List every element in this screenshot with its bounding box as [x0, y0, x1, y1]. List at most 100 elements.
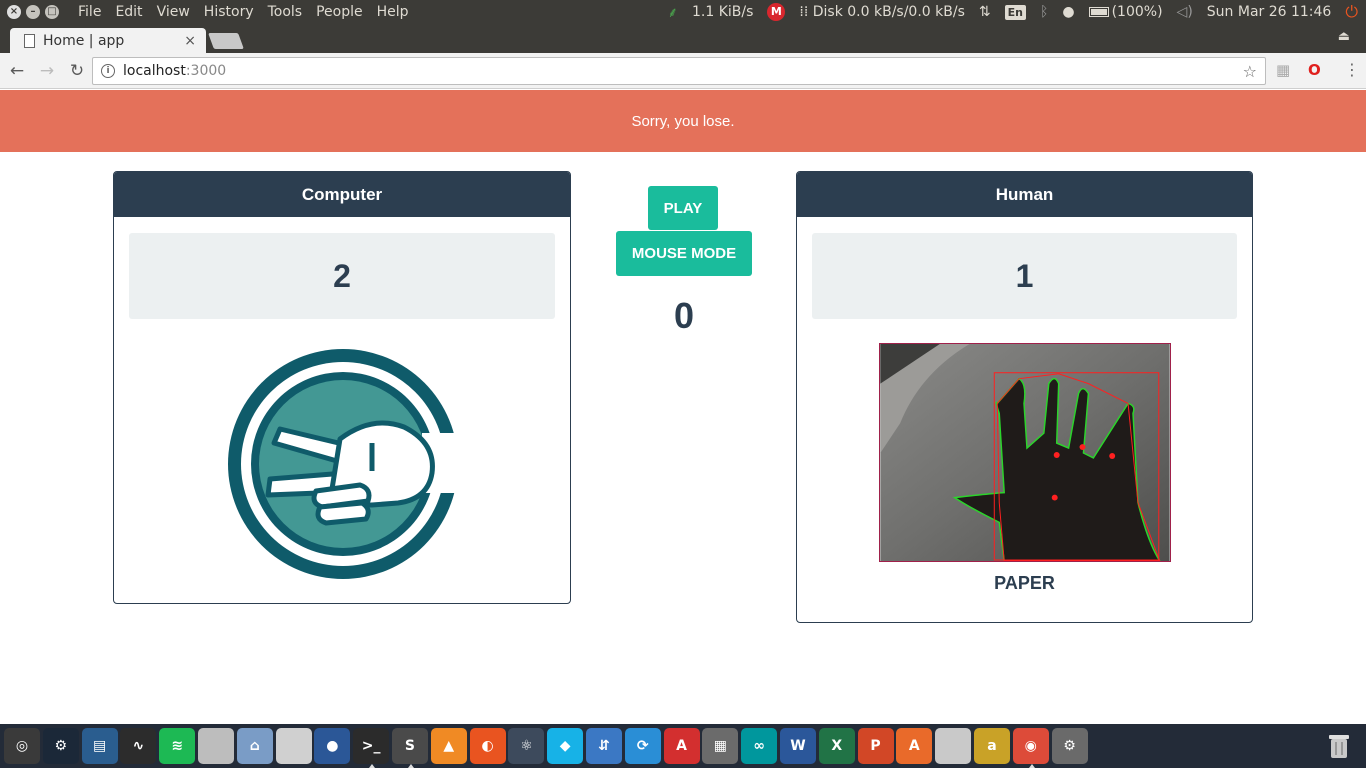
menu-view[interactable]: View — [150, 4, 197, 20]
address-bar[interactable]: i localhost :3000 ☆ — [92, 57, 1266, 85]
computer-score: 2 — [333, 257, 351, 294]
keyboard-layout-indicator[interactable]: En — [1004, 4, 1026, 20]
battery-percent: (100%) — [1111, 4, 1163, 20]
profile-icon[interactable]: ⏏ — [1338, 29, 1350, 44]
amazon-icon[interactable]: a — [973, 728, 1010, 764]
minimize-window-button[interactable]: – — [26, 5, 40, 19]
chat-bubble-icon[interactable]: ● — [1062, 4, 1074, 20]
url-host: localhost — [123, 63, 186, 79]
text-editor-icon[interactable] — [275, 728, 312, 764]
human-score: 1 — [1015, 257, 1034, 294]
human-title: Human — [995, 184, 1054, 204]
result-message: Sorry, you lose. — [631, 112, 735, 130]
chrome-icon[interactable]: ◉ — [1012, 728, 1049, 768]
info-icon[interactable]: i — [101, 64, 115, 78]
dash-icon[interactable]: ◎ — [4, 728, 40, 764]
transfer-arrows-icon[interactable]: ⇅ — [979, 4, 991, 20]
browser-toolbar: ← → ↻ i localhost :3000 ☆ ▦ O ⋮ — [0, 53, 1366, 89]
atom-icon[interactable]: ⚛ — [508, 728, 545, 764]
browser-tab-strip: Home | app × ⏏ — [0, 24, 1366, 53]
back-arrow-icon[interactable]: ← — [4, 61, 30, 81]
computer-panel: Computer 2 — [113, 171, 571, 604]
calculator-icon[interactable]: ▦ — [702, 728, 739, 764]
app-menubar: File Edit View History Tools People Help — [71, 4, 416, 20]
battery-icon — [1088, 7, 1109, 17]
sync-icon[interactable]: ⟳ — [624, 728, 661, 764]
tab-home-app[interactable]: Home | app × — [10, 28, 206, 53]
play-button-label: PLAY — [663, 199, 703, 217]
trash-icon[interactable] — [1322, 728, 1356, 764]
extension-icon[interactable]: ▦ — [1276, 61, 1290, 79]
close-window-button[interactable]: × — [7, 5, 21, 19]
vlc-icon[interactable]: ▲ — [430, 728, 467, 764]
play-button[interactable]: PLAY — [648, 186, 718, 230]
menu-people[interactable]: People — [309, 4, 370, 20]
human-score-box: 1 — [812, 233, 1237, 319]
terminal-window-icon[interactable]: ▤ — [81, 728, 118, 764]
files-icon[interactable] — [197, 728, 234, 764]
opera-extension-icon[interactable]: O — [1308, 61, 1321, 79]
disk-activity[interactable]: ⁞⁞ Disk 0.0 kB/s/0.0 kB/s — [799, 4, 964, 20]
menu-tools[interactable]: Tools — [261, 4, 310, 20]
mouse-mode-button[interactable]: MOUSE MODE — [616, 231, 752, 276]
system-top-panel: × – □ File Edit View History Tools Peopl… — [0, 0, 1366, 24]
menu-edit[interactable]: Edit — [108, 4, 149, 20]
leaf-icon[interactable]: ⸙ — [667, 3, 678, 22]
arduino-icon[interactable]: ∞ — [741, 728, 778, 764]
scissors-hand-icon — [228, 349, 462, 579]
page-content: Sorry, you lose. Computer 2 PLAY MOUSE M… — [0, 90, 1366, 724]
battery-indicator[interactable]: (100%) — [1088, 4, 1163, 20]
word-icon[interactable]: W — [779, 728, 816, 764]
net-speed[interactable]: 1.1 KiB/s — [692, 4, 753, 20]
detected-gesture-label: PAPER — [994, 573, 1055, 593]
network-icon[interactable]: ⇵ — [585, 728, 622, 764]
new-tab-button[interactable] — [208, 33, 244, 49]
blank-app-icon[interactable] — [935, 728, 972, 764]
forward-arrow-icon[interactable]: → — [34, 61, 60, 81]
menu-history[interactable]: History — [197, 4, 261, 20]
app-center-icon[interactable]: A — [896, 728, 933, 764]
spotify-icon[interactable]: ≋ — [159, 728, 196, 764]
excel-icon[interactable]: X — [818, 728, 855, 764]
maximize-window-button[interactable]: □ — [45, 5, 59, 19]
ties-counter: 0 — [673, 295, 695, 336]
computer-panel-header: Computer — [114, 172, 570, 217]
computer-score-box: 2 — [129, 233, 555, 319]
human-panel-header: Human — [797, 172, 1252, 217]
computer-title: Computer — [301, 184, 383, 204]
pdf-icon[interactable]: A — [663, 728, 700, 764]
bluetooth-icon[interactable]: ᛒ — [1040, 4, 1048, 20]
disk-activity-label: Disk 0.0 kB/s/0.0 kB/s — [812, 4, 965, 20]
system-monitor-icon[interactable]: ∿ — [120, 728, 157, 764]
terminal-icon[interactable]: >_ — [353, 728, 390, 768]
webcam-feed — [879, 343, 1171, 562]
trash-can-icon — [1329, 735, 1349, 758]
mouse-mode-button-label: MOUSE MODE — [631, 245, 737, 262]
tab-title: Home | app — [43, 32, 125, 49]
steam-icon[interactable]: ⚙ — [42, 728, 79, 764]
home-folder-icon[interactable]: ⌂ — [236, 728, 273, 764]
sublime-icon[interactable]: S — [391, 728, 428, 768]
human-panel: Human 1 PAPER — [796, 171, 1253, 623]
reload-icon[interactable]: ↻ — [64, 61, 90, 81]
menu-help[interactable]: Help — [370, 4, 416, 20]
tab-close-icon[interactable]: × — [184, 33, 196, 49]
browser-menu-icon[interactable]: ⋮ — [1344, 60, 1360, 79]
url-port: :3000 — [185, 63, 227, 79]
mega-icon[interactable]: M — [767, 3, 786, 21]
power-icon[interactable]: ⏻ — [1345, 2, 1358, 22]
settings-icon[interactable]: ⚙ — [1051, 728, 1088, 764]
powerpoint-icon[interactable]: P — [857, 728, 894, 764]
clock[interactable]: Sun Mar 26 11:46 — [1207, 4, 1332, 20]
firefox-icon[interactable]: ● — [314, 728, 351, 764]
ubuntu-software-icon[interactable]: ◐ — [469, 728, 506, 764]
result-banner: Sorry, you lose. — [0, 90, 1366, 152]
system-indicators: ⸙ 1.1 KiB/s M ⁞⁞ Disk 0.0 kB/s/0.0 kB/s … — [667, 2, 1366, 22]
app-launcher: ◎ ⚙ ▤ ∿ ≋ ⌂ ● >_ S ▲ ◐ ⚛ ◆ ⇵ ⟳ A ▦ ∞ W X P Aa ◉ ⚙ — [0, 724, 1366, 768]
page-icon — [24, 33, 35, 48]
volume-icon[interactable]: ◁) — [1177, 4, 1193, 20]
kodi-icon[interactable]: ◆ — [547, 728, 584, 764]
dots-grid-icon: ⁞⁞ — [799, 4, 813, 20]
menu-file[interactable]: File — [71, 4, 108, 20]
bookmark-star-icon[interactable]: ☆ — [1243, 62, 1257, 81]
